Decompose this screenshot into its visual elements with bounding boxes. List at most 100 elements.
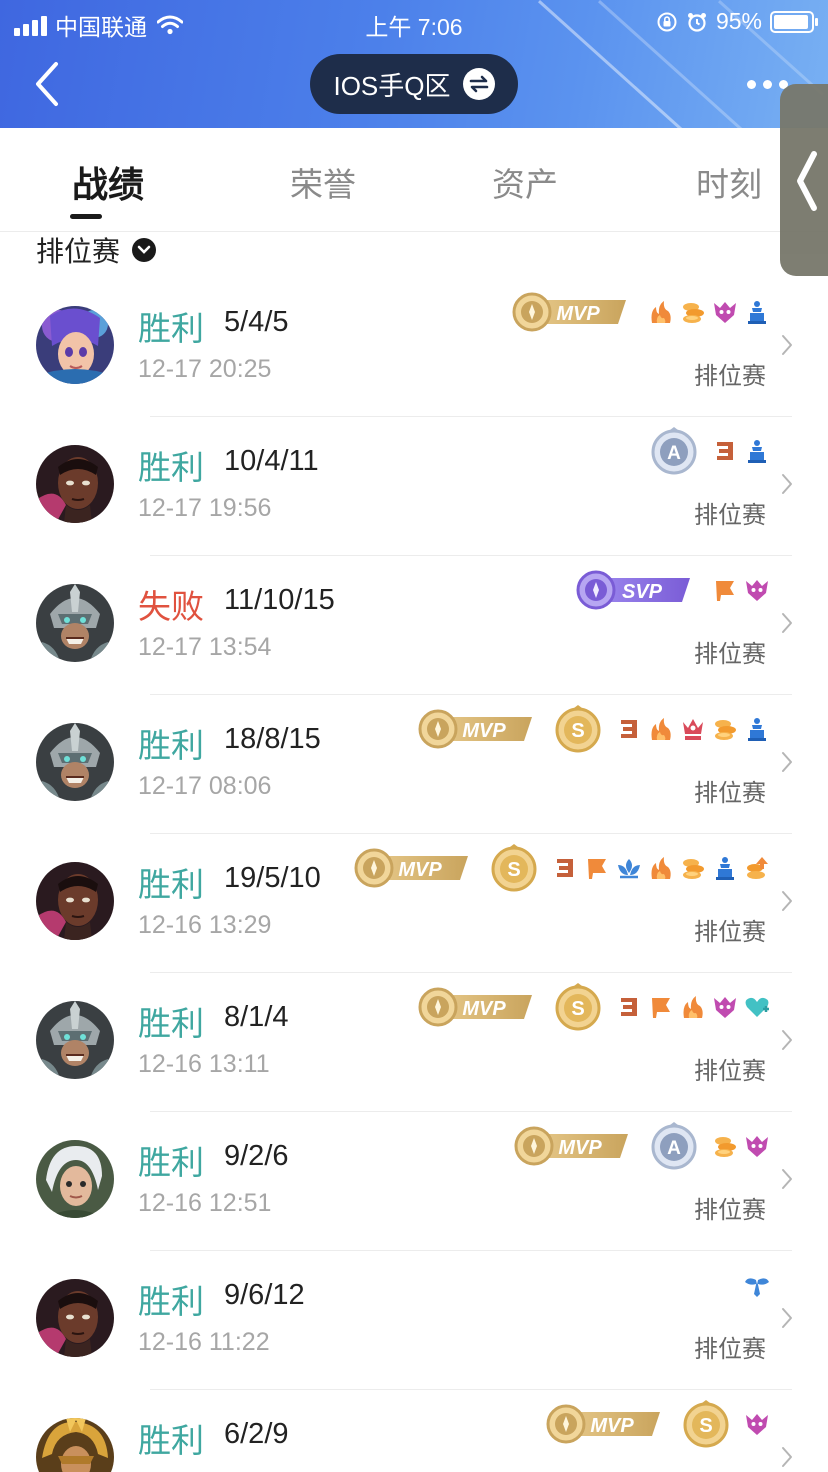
fire-icon (648, 855, 674, 886)
match-result: 胜利 (138, 866, 204, 903)
fire-icon (648, 299, 674, 330)
match-badges (744, 1265, 770, 1309)
side-drawer-handle[interactable] (780, 84, 828, 276)
coins-icon (712, 1133, 738, 1164)
match-time: 12-16 12:51 (138, 1189, 272, 1217)
match-mode: 排位赛 (694, 780, 766, 807)
chevron-right-icon (782, 1308, 792, 1328)
svp-badge: SVP (574, 570, 692, 615)
server-name: IOS手Q区 (333, 70, 451, 101)
back-button[interactable] (30, 60, 70, 108)
grade-s-medal: S (554, 704, 602, 758)
svg-text:MVP: MVP (558, 1137, 602, 1159)
match-result: 胜利 (138, 1283, 204, 1320)
match-row[interactable]: 胜利 9/2/6 12-16 12:51 MVP A 排位赛 (0, 1112, 828, 1251)
svg-text:S: S (571, 998, 584, 1020)
chevron-right-icon (782, 474, 792, 494)
mvp-badge: MVP (544, 1404, 662, 1449)
match-kda: 8/1/4 (224, 1001, 289, 1033)
match-mode: 排位赛 (694, 641, 766, 668)
battery-level (774, 14, 809, 29)
match-time: 12-16 13:11 (138, 1050, 270, 1078)
match-mode: 排位赛 (694, 1197, 766, 1224)
chevron-right-icon (782, 335, 792, 355)
app-header: 中国联通 上午 7:06 95% IOS手Q区 (0, 0, 828, 128)
grade-s-medal: S (682, 1399, 730, 1453)
demon-icon (744, 1411, 770, 1442)
match-row[interactable]: 胜利 6/2/9 MVP S 排位赛 (0, 1390, 828, 1472)
hero-gold-avatar (36, 1418, 114, 1472)
match-result: 胜利 (138, 449, 204, 486)
chevron-right-icon (782, 1447, 792, 1467)
match-row[interactable]: 胜利 19/5/10 12-16 13:29 MVP S 排位赛 (0, 834, 828, 973)
battery-percent: 95% (715, 8, 762, 34)
tower-icon (744, 716, 770, 747)
svg-text:MVP: MVP (462, 998, 506, 1020)
match-badges: A (650, 426, 770, 475)
chevron-right-icon (782, 613, 792, 633)
match-row[interactable]: 胜利 5/4/5 12-17 20:25 MVP 排位赛 (0, 278, 828, 417)
tab-bar: 战绩 荣誉 资产 时刻 (0, 128, 828, 232)
coins-icon (712, 716, 738, 747)
match-row[interactable]: 胜利 9/6/12 12-16 11:22 排位赛 (0, 1251, 828, 1390)
tab-moments[interactable]: 时刻 (696, 158, 762, 206)
tower-icon (744, 299, 770, 330)
mvp-badge: MVP (512, 1126, 630, 1171)
coins-icon (680, 299, 706, 330)
server-switch-button[interactable]: IOS手Q区 (310, 54, 518, 114)
coins-up-icon (744, 855, 770, 886)
crown-icon (680, 716, 706, 747)
triple-kill-icon (712, 438, 738, 469)
match-kda: 9/2/6 (224, 1140, 289, 1172)
coins-icon (680, 855, 706, 886)
fire-icon (680, 994, 706, 1025)
chevron-right-icon (782, 1169, 792, 1189)
triple-kill-icon (616, 716, 642, 747)
hero-knight-avatar (36, 723, 114, 801)
match-time: 12-17 08:06 (138, 772, 272, 800)
match-time: 12-17 20:25 (138, 355, 272, 383)
match-row[interactable]: 胜利 8/1/4 12-16 13:11 MVP S 排位赛 (0, 973, 828, 1112)
match-mode: 排位赛 (694, 1468, 766, 1472)
flag-icon (648, 994, 674, 1025)
mode-filter-dropdown[interactable]: 排位赛 (36, 232, 157, 268)
tab-honor[interactable]: 荣誉 (290, 158, 356, 206)
demon-icon (712, 299, 738, 330)
alarm-icon (687, 12, 706, 32)
more-options-button[interactable] (747, 80, 788, 89)
svg-text:S: S (507, 859, 520, 881)
rotation-lock-icon (657, 12, 677, 31)
match-kda: 11/10/15 (224, 584, 335, 616)
tab-record[interactable]: 战绩 (72, 156, 144, 208)
grade-s-medal: S (490, 843, 538, 897)
match-kda: 10/4/11 (224, 445, 319, 477)
status-bar: 中国联通 上午 7:06 95% (0, 0, 828, 42)
match-kda: 18/8/15 (224, 723, 321, 755)
chevron-right-icon (782, 1030, 792, 1050)
fire-icon (648, 716, 674, 747)
match-row[interactable]: 失败 11/10/15 12-17 13:54 SVP 排位赛 (0, 556, 828, 695)
match-row[interactable]: 胜利 10/4/11 12-17 19:56 A 排位赛 (0, 417, 828, 556)
svg-text:S: S (699, 1415, 712, 1437)
match-badges: MVP (510, 292, 770, 336)
flag-icon (584, 855, 610, 886)
match-time: 12-17 19:56 (138, 494, 272, 522)
heart-plus-icon (744, 994, 770, 1025)
svg-text:A: A (667, 443, 681, 464)
chevron-left-icon (797, 151, 817, 211)
mode-filter-label: 排位赛 (36, 236, 121, 267)
hero-white-avatar (36, 1140, 114, 1218)
match-row[interactable]: 胜利 18/8/15 12-17 08:06 MVP S 排位赛 (0, 695, 828, 834)
grade-a-medal: A (650, 426, 698, 480)
match-result: 胜利 (138, 1144, 204, 1181)
demon-icon (744, 577, 770, 608)
battery-icon (770, 10, 818, 33)
tower-icon (712, 855, 738, 886)
demon-icon (744, 1133, 770, 1164)
tab-assets[interactable]: 资产 (492, 158, 558, 206)
demon-icon (712, 994, 738, 1025)
match-mode: 排位赛 (694, 363, 766, 390)
grade-a-medal: A (650, 1121, 698, 1175)
triple-kill-icon (552, 855, 578, 886)
match-mode: 排位赛 (694, 1058, 766, 1085)
